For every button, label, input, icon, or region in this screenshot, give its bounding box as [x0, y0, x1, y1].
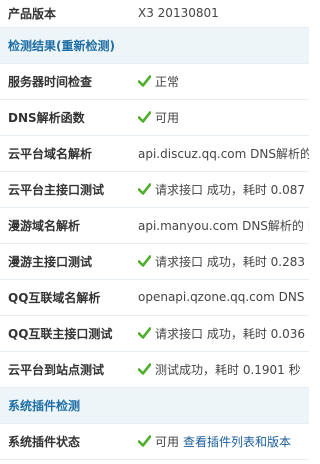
table-row: DNS解析函数 可用 — [0, 99, 309, 136]
cloud-diagnostic-table: 产品版本 X3 20130801 检测结果(重新检测) 服务器时间检查 正常 D… — [0, 0, 309, 460]
row-label: 系统插件状态 — [0, 423, 130, 460]
section-title-plugins: 系统插件检测 — [0, 387, 309, 424]
table-row: 服务器时间检查 正常 — [0, 63, 309, 100]
row-value: 测试成功，耗时 0.1901 秒 — [155, 362, 301, 377]
row-value: 请求接口 成功，耗时 0.283 — [155, 254, 305, 269]
check-icon — [138, 254, 151, 267]
row-label: 云平台主接口测试 — [0, 171, 130, 208]
row-label: QQ互联主接口测试 — [0, 315, 130, 352]
check-icon — [138, 362, 151, 375]
table-row: 云平台主接口测试 请求接口 成功，耗时 0.087 — [0, 171, 309, 208]
row-label: 漫游主接口测试 — [0, 243, 130, 280]
check-icon — [138, 74, 151, 87]
section-header-plugins: 系统插件检测 — [0, 387, 309, 424]
row-value: 正常 — [155, 74, 180, 89]
row-label: 漫游域名解析 — [0, 207, 130, 244]
plugin-status-row: 系统插件状态 可用 查看插件列表和版本 — [0, 423, 309, 460]
table-row: 漫游主接口测试 请求接口 成功，耗时 0.283 — [0, 243, 309, 280]
table-row: 漫游域名解析 api.manyou.com DNS解析的 I — [0, 207, 309, 244]
row-label: 云平台到站点测试 — [0, 351, 130, 388]
check-icon — [138, 110, 151, 123]
row-value: 请求接口 成功，耗时 0.036 — [155, 326, 305, 341]
row-value: api.discuz.qq.com DNS解析的 — [130, 135, 309, 172]
row-value: 可用 — [155, 434, 180, 449]
product-version-value: X3 20130801 — [130, 0, 309, 28]
table-row: 云平台到站点测试 测试成功，耗时 0.1901 秒 — [0, 351, 309, 388]
row-value: 可用 — [155, 110, 180, 125]
check-icon — [138, 326, 151, 339]
row-value: openapi.qzone.qq.com DNS — [130, 279, 309, 316]
section-title-results[interactable]: 检测结果(重新检测) — [0, 27, 309, 64]
row-label: DNS解析函数 — [0, 99, 130, 136]
row-label: QQ互联域名解析 — [0, 279, 130, 316]
section-header-results: 检测结果(重新检测) — [0, 27, 309, 64]
view-plugin-list-link[interactable]: 查看插件列表和版本 — [183, 435, 291, 449]
row-value: 请求接口 成功，耗时 0.087 — [155, 182, 305, 197]
row-label: 服务器时间检查 — [0, 63, 130, 100]
table-row: 云平台域名解析 api.discuz.qq.com DNS解析的 — [0, 135, 309, 172]
table-row: QQ互联主接口测试 请求接口 成功，耗时 0.036 — [0, 315, 309, 352]
product-version-row: 产品版本 X3 20130801 — [0, 0, 309, 28]
product-version-label: 产品版本 — [0, 0, 130, 28]
row-value: api.manyou.com DNS解析的 I — [130, 207, 309, 244]
row-label: 云平台域名解析 — [0, 135, 130, 172]
table-row: QQ互联域名解析 openapi.qzone.qq.com DNS — [0, 279, 309, 316]
check-icon — [138, 182, 151, 195]
check-icon — [138, 434, 151, 447]
